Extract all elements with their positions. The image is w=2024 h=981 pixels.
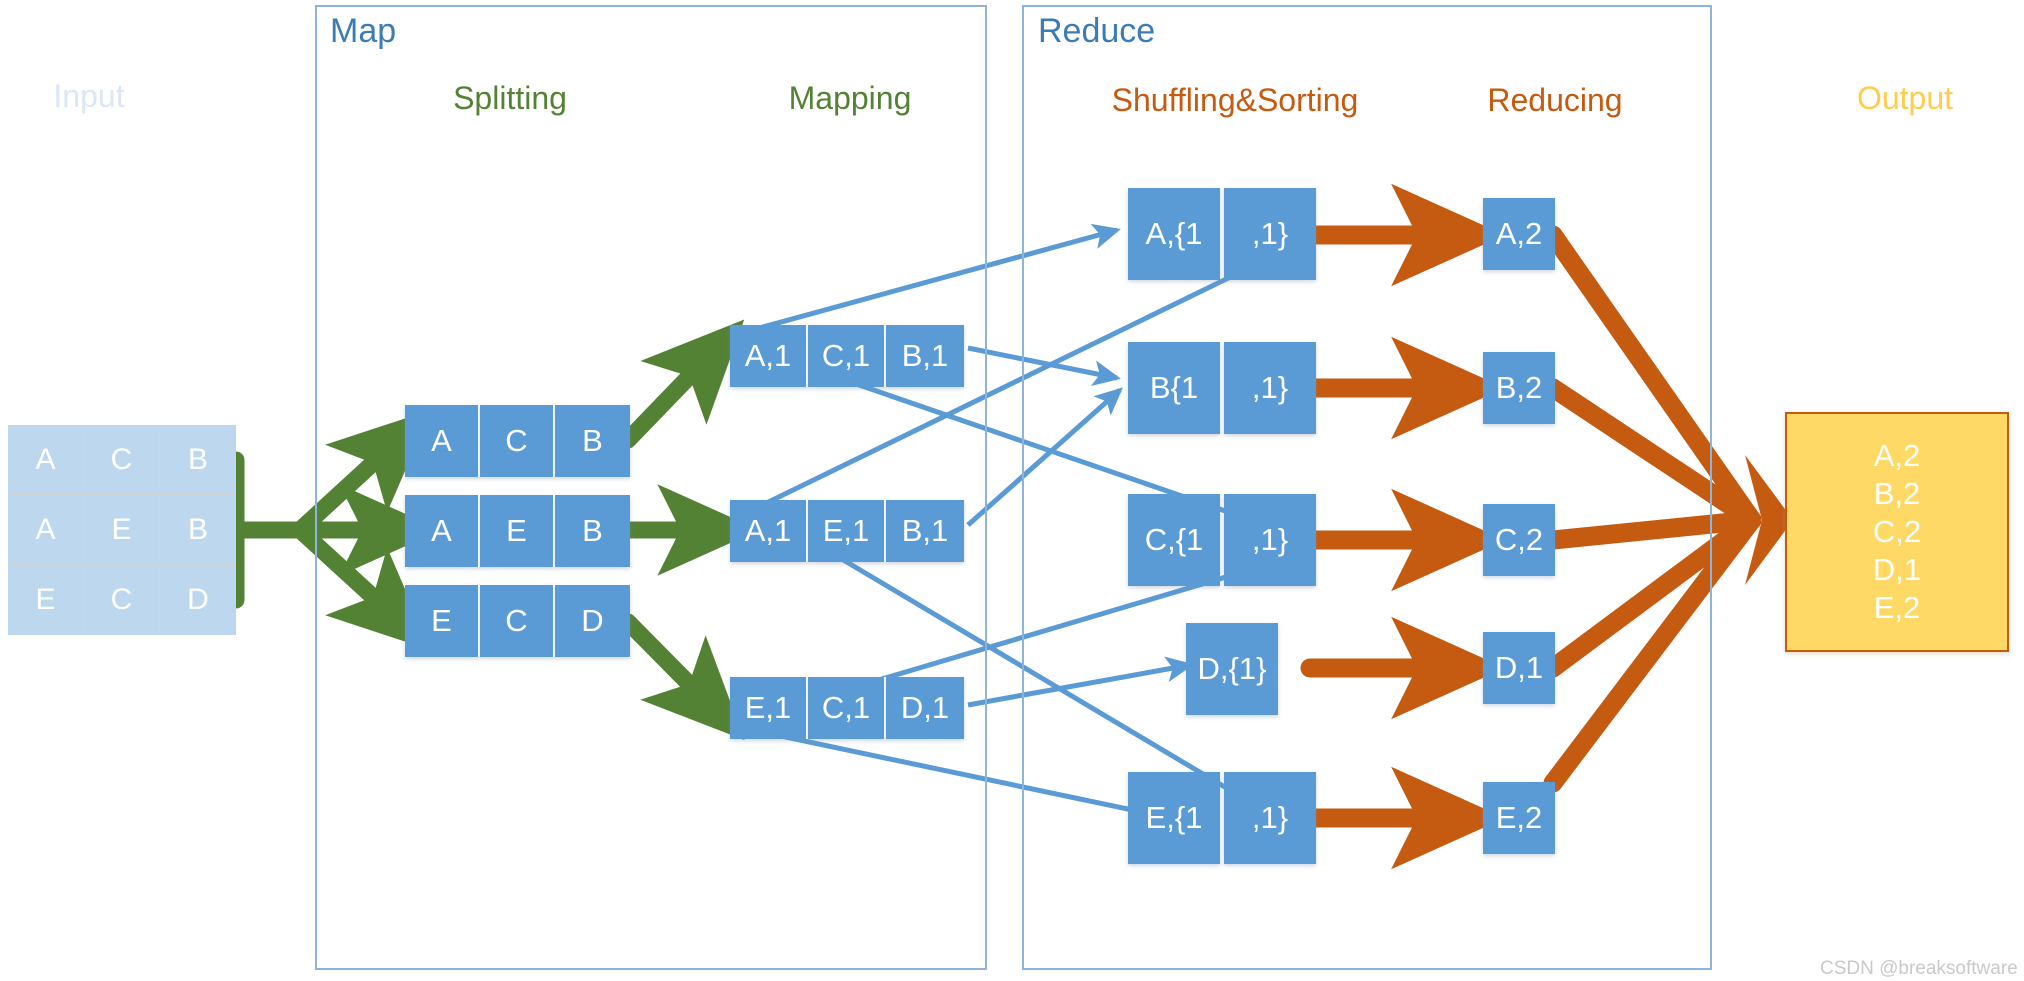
stage-label-mapping: Mapping — [788, 80, 912, 116]
shuffle-cell: D,{1} — [1186, 623, 1278, 715]
shuffle-row: A,{1 ,1} — [1128, 188, 1316, 280]
split-row: E C D — [405, 585, 630, 657]
stage-label-output: Output — [1856, 80, 1954, 116]
map-panel-title: Map — [330, 12, 397, 50]
output-line: C,2 — [1872, 514, 1922, 550]
split-row: A E B — [405, 495, 630, 567]
input-cell: A — [8, 495, 84, 565]
stage-label-shuffling: Shuffling&Sorting — [1111, 82, 1359, 118]
csdn-watermark: CSDN @breaksoftware — [1820, 958, 2018, 979]
input-cell: A — [8, 425, 84, 495]
map-cell: D,1 — [886, 677, 964, 739]
output-line: E,2 — [1873, 589, 1921, 625]
split-cell: E — [405, 585, 480, 657]
shuffle-cell: ,1} — [1224, 342, 1316, 434]
shuffle-cell: A,{1 — [1128, 188, 1220, 280]
split-cell: B — [555, 405, 630, 477]
shuffle-cell: E,{1 — [1128, 772, 1220, 864]
output-line: A,2 — [1873, 438, 1921, 474]
shuffle-row: D,{1} — [1186, 623, 1278, 715]
reduce-box: C,2 — [1483, 504, 1555, 576]
shuffle-cell: ,1} — [1224, 772, 1316, 864]
shuffle-row: C,{1 ,1} — [1128, 494, 1316, 586]
shuffle-cell: ,1} — [1224, 494, 1316, 586]
map-row: A,1 C,1 B,1 — [730, 325, 964, 387]
output-line: B,2 — [1873, 476, 1921, 512]
shuffle-row: B{1 ,1} — [1128, 342, 1316, 434]
shuffle-cell: B{1 — [1128, 342, 1220, 434]
reduce-box: B,2 — [1483, 352, 1555, 424]
input-cell: D — [187, 583, 209, 616]
map-cell: E,1 — [730, 677, 808, 739]
input-cell: E — [84, 495, 160, 565]
input-cell: B — [160, 495, 236, 565]
map-row: A,1 E,1 B,1 — [730, 500, 964, 562]
reduce-panel-title: Reduce — [1038, 12, 1156, 50]
shuffle-cell: C,{1 — [1128, 494, 1220, 586]
stage-label-reducing: Reducing — [1487, 82, 1623, 118]
split-row: A C B — [405, 405, 630, 477]
output-line: D,1 — [1872, 551, 1922, 587]
reduce-box: A,2 — [1483, 198, 1555, 270]
map-cell: A,1 — [730, 500, 808, 562]
output-box: A,2 B,2 C,2 D,1 E,2 — [1785, 412, 2009, 652]
input-cell: C — [84, 425, 160, 495]
map-cell: A,1 — [730, 325, 808, 387]
map-row: E,1 C,1 D,1 — [730, 677, 964, 739]
split-cell: A — [405, 495, 480, 567]
split-cell: E — [480, 495, 555, 567]
connector-layer — [227, 183, 1793, 870]
map-cell: E,1 — [808, 500, 886, 562]
map-cell: C,1 — [808, 325, 886, 387]
split-cell: C — [480, 585, 555, 657]
split-cell: A — [405, 405, 480, 477]
map-panel — [315, 5, 987, 970]
split-cell: C — [480, 405, 555, 477]
mapreduce-diagram: Map Reduce Input Splitting Mapping Shuff… — [0, 0, 2024, 981]
split-cell: B — [555, 495, 630, 567]
input-cell: B — [160, 425, 236, 495]
reduce-panel — [1022, 5, 1712, 970]
input-grid: A C B A E B E C D — [8, 425, 236, 635]
stage-label-splitting: Splitting — [453, 80, 567, 116]
shuffle-row: E,{1 ,1} — [1128, 772, 1316, 864]
map-cell: C,1 — [808, 677, 886, 739]
input-cell: E — [8, 565, 84, 635]
reduce-box: D,1 — [1483, 632, 1555, 704]
reduce-box: E,2 — [1483, 782, 1555, 854]
input-cell: C — [84, 565, 160, 635]
map-cell: B,1 — [886, 325, 964, 387]
shuffle-cell: ,1} — [1224, 188, 1316, 280]
stage-label-input: Input — [53, 78, 125, 114]
split-cell: D — [555, 585, 630, 657]
map-cell: B,1 — [886, 500, 964, 562]
